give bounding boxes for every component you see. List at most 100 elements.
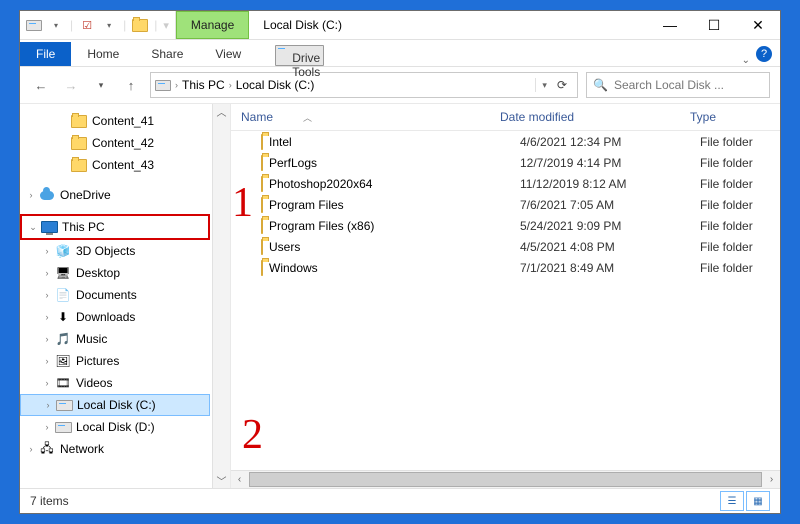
ribbon-expand-icon[interactable]: ⌄ xyxy=(736,55,756,66)
nav-folder-2[interactable]: Content_43 xyxy=(20,154,230,176)
nav-music[interactable]: ›🎵Music xyxy=(20,328,230,350)
view-tab[interactable]: View xyxy=(199,42,257,66)
nav-scrollbar[interactable]: ︿﹀ xyxy=(212,104,230,488)
file-tab[interactable]: File xyxy=(20,42,71,66)
nav-folder-1-icon xyxy=(70,135,88,151)
header-name[interactable]: Name xyxy=(241,110,273,124)
search-input[interactable]: 🔍 Search Local Disk ... xyxy=(586,72,770,98)
address-bar-row: ← → ▾ ↑ › This PC › Local Disk (C:) ▾ ⟳ … xyxy=(20,67,780,104)
nav-network[interactable]: ›🖧Network xyxy=(20,438,230,460)
qat-properties-icon[interactable]: ☑ xyxy=(79,17,95,33)
expand-arrow-icon[interactable]: › xyxy=(40,246,54,256)
file-row[interactable]: Windows7/1/2021 8:49 AMFile folder xyxy=(231,257,780,278)
file-row[interactable]: Users4/5/2021 4:08 PMFile folder xyxy=(231,236,780,257)
file-row[interactable]: Program Files (x86)5/24/2021 9:09 PMFile… xyxy=(231,215,780,236)
expand-arrow-icon[interactable]: › xyxy=(24,190,38,200)
qat-overflow-icon[interactable]: ▾ xyxy=(163,19,169,32)
file-type: File folder xyxy=(690,135,780,149)
expand-arrow-icon[interactable]: › xyxy=(40,312,54,322)
file-row[interactable]: PerfLogs12/7/2019 4:14 PMFile folder xyxy=(231,152,780,173)
nav-label: Network xyxy=(60,442,104,456)
nav-downloads[interactable]: ›⬇Downloads xyxy=(20,306,230,328)
nav-label: Local Disk (D:) xyxy=(76,420,155,434)
qat-dropdown2-icon[interactable]: ▾ xyxy=(101,17,117,33)
expand-arrow-icon[interactable]: › xyxy=(24,444,38,454)
back-button[interactable]: ← xyxy=(30,74,52,96)
file-list-pane: Name ︿ Date modified Type Intel4/6/2021 1… xyxy=(231,104,780,488)
expand-arrow-icon[interactable]: › xyxy=(41,400,55,410)
scroll-thumb[interactable] xyxy=(249,472,762,487)
nav-downloads-icon: ⬇ xyxy=(54,309,72,325)
file-row[interactable]: Photoshop2020x6411/12/2019 8:12 AMFile f… xyxy=(231,173,780,194)
nav-local-disk-c-[interactable]: ›Local Disk (C:) xyxy=(20,394,210,416)
scroll-left-icon[interactable]: ‹ xyxy=(231,474,248,485)
nav-label: Music xyxy=(76,332,107,346)
file-type: File folder xyxy=(690,177,780,191)
expand-arrow-icon[interactable]: › xyxy=(40,334,54,344)
quick-access-toolbar: ▾ | ☑ ▾ | | ▾ xyxy=(20,11,176,39)
details-view-icon[interactable]: ☰ xyxy=(720,491,744,511)
nav-folder-2-icon xyxy=(70,157,88,173)
contextual-tab-manage[interactable]: Manage xyxy=(176,11,249,39)
large-icons-view-icon[interactable]: ▦ xyxy=(746,491,770,511)
horizontal-scrollbar[interactable]: ‹ › xyxy=(231,470,780,488)
help-icon[interactable]: ? xyxy=(756,46,772,62)
ribbon-tabs: File Home Share View Drive Tools ⌄ ? xyxy=(20,40,780,67)
close-button[interactable]: ✕ xyxy=(736,11,780,39)
sort-asc-icon: ︿ xyxy=(303,111,312,124)
file-name: PerfLogs xyxy=(269,156,317,170)
chevron-right-icon[interactable]: › xyxy=(229,80,232,90)
nav-documents[interactable]: ›📄Documents xyxy=(20,284,230,306)
expand-arrow-icon[interactable]: › xyxy=(40,356,54,366)
file-row[interactable]: Program Files7/6/2021 7:05 AMFile folder xyxy=(231,194,780,215)
maximize-button[interactable]: ☐ xyxy=(692,11,736,39)
folder-icon xyxy=(261,240,263,254)
nav-folder-0-icon xyxy=(70,113,88,129)
header-date[interactable]: Date modified xyxy=(490,110,680,124)
nav-desktop[interactable]: ›🖥Desktop xyxy=(20,262,230,284)
file-row[interactable]: Intel4/6/2021 12:34 PMFile folder xyxy=(231,131,780,152)
scroll-right-icon[interactable]: › xyxy=(763,474,780,485)
expand-arrow-icon[interactable]: › xyxy=(40,378,54,388)
minimize-button[interactable]: — xyxy=(648,11,692,39)
header-type[interactable]: Type xyxy=(680,110,780,124)
drive-tools-tab[interactable]: Drive Tools xyxy=(275,45,324,66)
address-bar[interactable]: › This PC › Local Disk (C:) ▾ ⟳ xyxy=(150,72,578,98)
column-headers[interactable]: Name ︿ Date modified Type xyxy=(231,104,780,131)
expand-arrow-icon[interactable]: › xyxy=(40,268,54,278)
nav-desktop-icon: 🖥 xyxy=(54,265,72,281)
nav-thispc[interactable]: ⌄This PC xyxy=(20,214,210,240)
chevron-right-icon[interactable]: › xyxy=(175,80,178,90)
file-list: Intel4/6/2021 12:34 PMFile folderPerfLog… xyxy=(231,131,780,470)
nav-folder-1[interactable]: Content_42 xyxy=(20,132,230,154)
recent-dropdown-icon[interactable]: ▾ xyxy=(90,74,112,96)
nav-3d-objects[interactable]: ›🧊3D Objects xyxy=(20,240,230,262)
expand-arrow-icon[interactable]: ⌄ xyxy=(26,222,40,233)
expand-arrow-icon[interactable]: › xyxy=(40,290,54,300)
title-bar: ▾ | ☑ ▾ | | ▾ Manage Local Disk (C:) — ☐… xyxy=(20,11,780,40)
breadcrumb-thispc[interactable]: This PC xyxy=(182,78,225,92)
expand-arrow-icon[interactable]: › xyxy=(40,422,54,432)
nav-pictures[interactable]: ›🖼Pictures xyxy=(20,350,230,372)
file-date: 7/6/2021 7:05 AM xyxy=(510,198,690,212)
nav-folder-0[interactable]: Content_41 xyxy=(20,110,230,132)
forward-button[interactable]: → xyxy=(60,74,82,96)
nav-local-disk-d-[interactable]: › Local Disk (D:) xyxy=(20,416,230,438)
breadcrumb-localdisk[interactable]: Local Disk (C:) xyxy=(236,78,315,92)
home-tab[interactable]: Home xyxy=(71,42,135,66)
address-dropdown-icon[interactable]: ▾ xyxy=(542,80,547,91)
file-name: Users xyxy=(269,240,300,254)
file-date: 7/1/2021 8:49 AM xyxy=(510,261,690,275)
share-tab[interactable]: Share xyxy=(135,42,199,66)
up-button[interactable]: ↑ xyxy=(120,74,142,96)
nav-videos[interactable]: ›🎞Videos xyxy=(20,372,230,394)
nav-label: Content_42 xyxy=(92,136,154,150)
nav-onedrive[interactable]: ›OneDrive xyxy=(20,184,230,206)
address-drive-icon xyxy=(155,77,171,93)
qat-folder-icon[interactable] xyxy=(132,17,148,33)
qat-dropdown-icon[interactable]: ▾ xyxy=(48,17,64,33)
refresh-icon[interactable]: ⟳ xyxy=(557,78,567,92)
file-date: 5/24/2021 9:09 PM xyxy=(510,219,690,233)
search-placeholder: Search Local Disk ... xyxy=(614,78,724,92)
file-name: Windows xyxy=(269,261,318,275)
